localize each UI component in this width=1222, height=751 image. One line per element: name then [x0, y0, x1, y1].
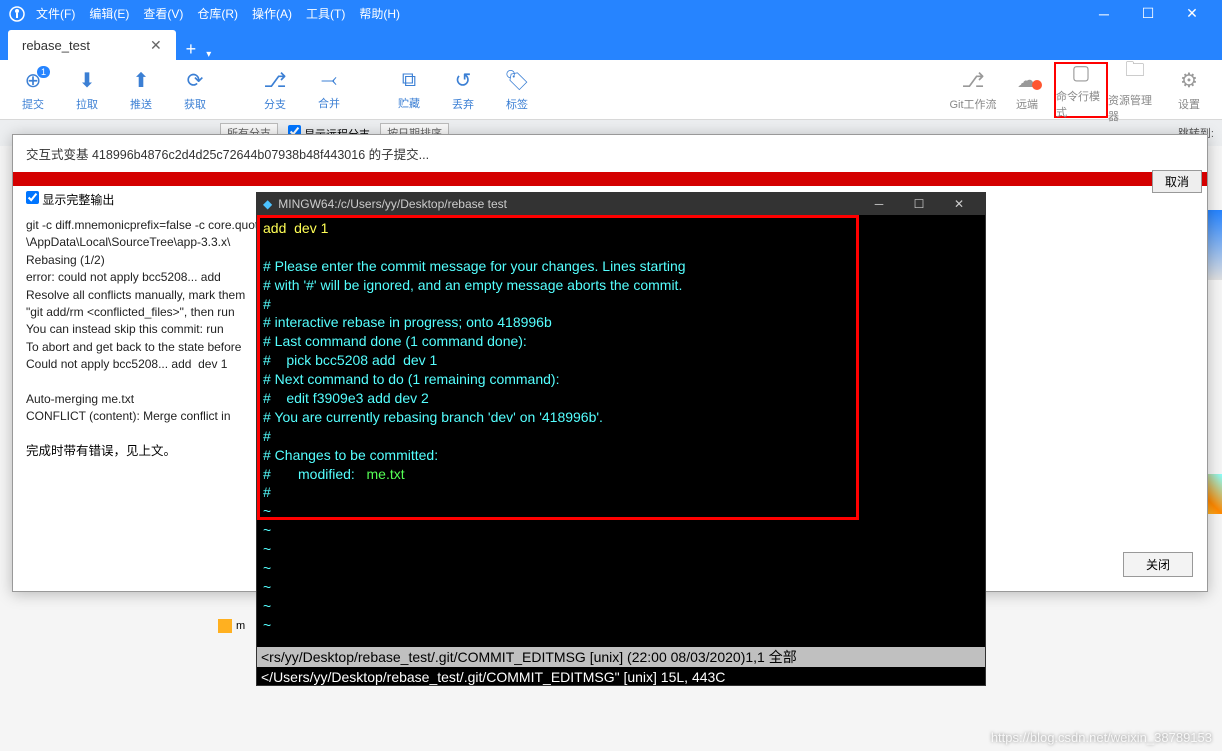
watermark: https://blog.csdn.net/weixin_38789153 — [991, 730, 1212, 745]
file-item[interactable]: m — [218, 616, 258, 636]
terminal-window: ◆ MINGW64:/c/Users/yy/Desktop/rebase tes… — [256, 192, 986, 686]
vim-message-line: </Users/yy/Desktop/rebase_test/.git/COMM… — [257, 669, 985, 685]
show-full-output-checkbox[interactable]: 显示完整输出 — [26, 191, 114, 208]
merge-icon: ⤙ — [321, 69, 337, 92]
side-panel-strip — [1208, 210, 1222, 280]
commit-button[interactable]: ⊕提交1 — [6, 62, 60, 118]
menu-repo[interactable]: 仓库(R) — [197, 5, 238, 22]
terminal-titlebar[interactable]: ◆ MINGW64:/c/Users/yy/Desktop/rebase tes… — [257, 193, 985, 215]
settings-button[interactable]: ⚙设置 — [1162, 62, 1216, 118]
toolbar: ⊕提交1 ⬇拉取 ⬆推送 ⟳获取 ⎇分支 ⤙合并 ⧉贮藏 ↺丢弃 🏷标签 ⎇Gi… — [0, 60, 1222, 120]
menu-edit[interactable]: 编辑(E) — [89, 5, 129, 22]
error-bar — [13, 172, 1207, 186]
menubar: 文件(F) 编辑(E) 查看(V) 仓库(R) 操作(A) 工具(T) 帮助(H… — [0, 0, 1222, 27]
window-minimize[interactable]: ─ — [1082, 6, 1126, 22]
menu-file[interactable]: 文件(F) — [36, 5, 75, 22]
discard-button[interactable]: ↺丢弃 — [436, 62, 490, 118]
file-icon — [218, 619, 232, 633]
fetch-button[interactable]: ⟳获取 — [168, 62, 222, 118]
stash-button[interactable]: ⧉贮藏 — [382, 62, 436, 118]
vim-status-line: <rs/yy/Desktop/rebase_test/.git/COMMIT_E… — [257, 647, 985, 667]
settings-icon: ⚙ — [1180, 68, 1198, 93]
stash-icon: ⧉ — [402, 69, 416, 92]
gitflow-icon: ⎇ — [961, 68, 984, 93]
menu-help[interactable]: 帮助(H) — [359, 5, 400, 22]
terminal-title: MINGW64:/c/Users/yy/Desktop/rebase test — [278, 197, 507, 211]
pull-icon: ⬇ — [79, 68, 96, 93]
terminal-body[interactable]: add dev 1 # Please enter the commit mess… — [257, 215, 985, 661]
explorer-icon: 🗀 — [1125, 55, 1145, 89]
window-close[interactable]: ✕ — [1170, 5, 1214, 22]
term-close[interactable]: ✕ — [939, 197, 979, 211]
commit-badge: 1 — [37, 66, 50, 78]
cancel-button[interactable]: 取消 — [1152, 170, 1202, 193]
gitflow-button[interactable]: ⎇Git工作流 — [946, 62, 1000, 118]
remote-button[interactable]: ☁远端 — [1000, 62, 1054, 118]
merge-button[interactable]: ⤙合并 — [302, 62, 356, 118]
terminal-button[interactable]: ▢命令行模式 — [1054, 62, 1108, 118]
branch-icon: ⎇ — [263, 68, 286, 93]
app-logo-icon — [8, 5, 26, 23]
repo-tab[interactable]: rebase_test ✕ — [8, 30, 176, 60]
branch-button[interactable]: ⎇分支 — [248, 62, 302, 118]
menu-action[interactable]: 操作(A) — [252, 5, 292, 22]
menu-tools[interactable]: 工具(T) — [306, 5, 345, 22]
push-button[interactable]: ⬆推送 — [114, 62, 168, 118]
pull-button[interactable]: ⬇拉取 — [60, 62, 114, 118]
tab-title: rebase_test — [22, 38, 90, 53]
tabbar: rebase_test ✕ + ▾ — [0, 27, 1222, 60]
window-maximize[interactable]: ☐ — [1126, 5, 1170, 22]
push-icon: ⬆ — [133, 68, 150, 93]
menu-view[interactable]: 查看(V) — [143, 5, 183, 22]
tab-close-icon[interactable]: ✕ — [150, 37, 162, 54]
term-minimize[interactable]: ─ — [859, 197, 899, 211]
term-maximize[interactable]: ☐ — [899, 197, 939, 211]
mingw-icon: ◆ — [263, 197, 272, 211]
tab-dropdown-icon[interactable]: ▾ — [206, 49, 211, 60]
tag-icon: 🏷 — [504, 68, 529, 93]
terminal-icon: ▢ — [1072, 60, 1091, 85]
modal-title: 交互式变基 418996b4876c2d4d25c72644b07938b48f… — [13, 135, 1207, 172]
warn-dot-icon — [1032, 80, 1042, 90]
fetch-icon: ⟳ — [187, 68, 204, 93]
explorer-button[interactable]: 🗀资源管理器 — [1108, 62, 1162, 118]
tab-add-button[interactable]: + — [176, 39, 207, 60]
tag-button[interactable]: 🏷标签 — [490, 62, 544, 118]
discard-icon: ↺ — [455, 68, 472, 93]
close-button[interactable]: 关闭 — [1123, 552, 1193, 577]
